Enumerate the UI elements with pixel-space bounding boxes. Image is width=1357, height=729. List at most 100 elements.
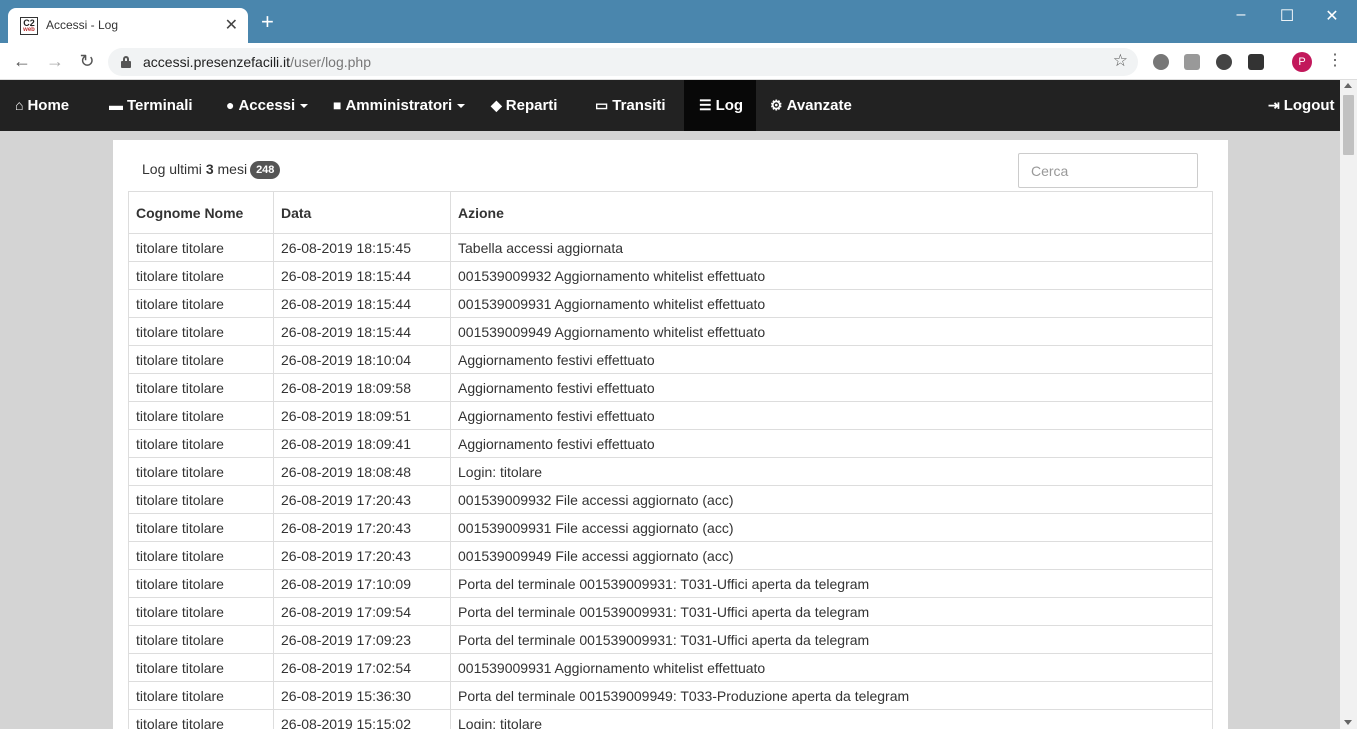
- cell-date: 26-08-2019 18:15:45: [273, 233, 451, 262]
- lock-icon: ■: [333, 97, 342, 113]
- cell-name: titolare titolare: [128, 569, 274, 598]
- nav-amministratori[interactable]: ■ Amministratori: [333, 80, 466, 131]
- nav-log[interactable]: ☰ Log: [684, 80, 756, 131]
- page-scrollbar[interactable]: [1340, 80, 1357, 729]
- cell-date: 26-08-2019 18:15:44: [273, 261, 451, 290]
- cell-action: Aggiornamento festivi effettuato: [450, 401, 1213, 430]
- cell-name: titolare titolare: [128, 345, 274, 374]
- table-row: titolare titolare 26-08-2019 18:15:45 Tabe…: [128, 233, 1213, 262]
- lock-icon: [121, 56, 131, 68]
- gear-icon: ⚙: [770, 97, 783, 113]
- minimize-icon[interactable]: –: [1226, 6, 1256, 24]
- nav-accessi-label: Accessi: [238, 97, 296, 114]
- cell-name: titolare titolare: [128, 513, 274, 542]
- cell-action: 001539009949 Aggiornamento whitelist eff…: [450, 317, 1213, 346]
- cell-date: 26-08-2019 17:02:54: [273, 653, 451, 682]
- window-close-icon[interactable]: ✕: [1317, 6, 1347, 26]
- main-navbar: ⌂ Home ▬ Terminali ● Accessi ■ Amministrator…: [0, 80, 1340, 131]
- scroll-down-icon[interactable]: [1344, 720, 1352, 725]
- cell-action: 001539009932 Aggiornamento whitelist eff…: [450, 261, 1213, 290]
- card-icon: ▭: [595, 97, 609, 113]
- nav-transiti[interactable]: ▭ Transiti: [595, 80, 666, 131]
- cell-name: titolare titolare: [128, 653, 274, 682]
- cell-name: titolare titolare: [128, 485, 274, 514]
- cell-action: Aggiornamento festivi effettuato: [450, 429, 1213, 458]
- nav-accessi[interactable]: ● Accessi: [226, 80, 309, 131]
- cell-date: 26-08-2019 17:20:43: [273, 541, 451, 570]
- url-host: accessi.presenzefacili.it: [143, 54, 291, 70]
- cell-date: 26-08-2019 18:08:48: [273, 457, 451, 486]
- cell-action: Porta del terminale 001539009949: T033-P…: [450, 681, 1213, 710]
- extension-icon[interactable]: [1153, 54, 1169, 70]
- nav-transiti-label: Transiti: [612, 97, 666, 114]
- cell-name: titolare titolare: [128, 233, 274, 262]
- cell-date: 26-08-2019 17:09:23: [273, 625, 451, 654]
- table-row: titolare titolare 26-08-2019 18:15:44 0015…: [128, 261, 1213, 290]
- log-heading: Log ultimi 3 mesi 248: [142, 161, 281, 179]
- cell-date: 26-08-2019 17:09:54: [273, 597, 451, 626]
- cell-action: Aggiornamento festivi effettuato: [450, 345, 1213, 374]
- table-row: titolare titolare 26-08-2019 17:02:54 0015…: [128, 653, 1213, 682]
- cell-name: titolare titolare: [128, 373, 274, 402]
- nav-terminali[interactable]: ▬ Terminali: [109, 80, 193, 131]
- cell-date: 26-08-2019 18:09:41: [273, 429, 451, 458]
- cell-name: titolare titolare: [128, 429, 274, 458]
- table-row: titolare titolare 26-08-2019 18:08:48 Logi…: [128, 457, 1213, 486]
- scroll-thumb[interactable]: [1343, 95, 1354, 155]
- table-row: titolare titolare 26-08-2019 18:09:58 Aggi…: [128, 373, 1213, 402]
- bookmark-star-icon[interactable]: ☆: [1113, 51, 1128, 71]
- search-input[interactable]: [1018, 153, 1198, 188]
- address-bar[interactable]: accessi.presenzefacili.it/user/log.php ☆: [108, 48, 1138, 76]
- cell-name: titolare titolare: [128, 681, 274, 710]
- browser-menu-icon[interactable]: ⋮: [1327, 51, 1343, 71]
- table-row: titolare titolare 26-08-2019 17:09:23 Port…: [128, 625, 1213, 654]
- extension-icon[interactable]: [1184, 54, 1200, 70]
- chevron-down-icon: [300, 104, 309, 109]
- nav-avanzate-label: Avanzate: [786, 97, 852, 114]
- log-count-badge: 248: [250, 161, 281, 179]
- extension-icon[interactable]: [1248, 54, 1264, 70]
- cell-name: titolare titolare: [128, 289, 274, 318]
- column-header-date[interactable]: Data: [273, 191, 451, 234]
- nav-home[interactable]: ⌂ Home: [15, 80, 69, 131]
- table-row: titolare titolare 26-08-2019 18:15:44 0015…: [128, 317, 1213, 346]
- profile-avatar[interactable]: P: [1292, 52, 1312, 72]
- nav-reparti[interactable]: ◆ Reparti: [491, 80, 557, 131]
- back-icon[interactable]: ←: [10, 51, 34, 71]
- table-row: titolare titolare 26-08-2019 17:09:54 Port…: [128, 597, 1213, 626]
- cell-name: titolare titolare: [128, 317, 274, 346]
- tab-close-icon[interactable]: ✕: [225, 15, 238, 35]
- reload-icon[interactable]: ↻: [75, 51, 99, 71]
- browser-tab[interactable]: C2 web Accessi - Log ✕: [8, 8, 248, 43]
- extension-icon[interactable]: [1216, 54, 1232, 70]
- log-table-body: titolare titolare 26-08-2019 18:15:45 Tabe…: [128, 233, 1213, 729]
- log-months: 3: [205, 161, 214, 177]
- maximize-icon[interactable]: ☐: [1272, 6, 1302, 26]
- table-row: titolare titolare 26-08-2019 18:09:41 Aggi…: [128, 429, 1213, 458]
- cell-date: 26-08-2019 18:09:51: [273, 401, 451, 430]
- url-text[interactable]: accessi.presenzefacili.it/user/log.php: [143, 54, 371, 70]
- logout-label: Logout: [1283, 97, 1335, 114]
- cell-name: titolare titolare: [128, 597, 274, 626]
- user-icon: ●: [226, 97, 235, 113]
- server-icon: ☰: [699, 97, 712, 113]
- nav-terminali-label: Terminali: [127, 97, 193, 114]
- cell-date: 26-08-2019 17:10:09: [273, 569, 451, 598]
- cell-date: 26-08-2019 18:09:58: [273, 373, 451, 402]
- logout-button[interactable]: ⇥ Logout: [1268, 80, 1335, 131]
- nav-reparti-label: Reparti: [505, 97, 558, 114]
- tab-title: Accessi - Log: [46, 18, 119, 32]
- nav-avanzate[interactable]: ⚙ Avanzate: [770, 80, 852, 131]
- forward-icon[interactable]: →: [43, 51, 67, 71]
- column-header-name[interactable]: Cognome Nome: [128, 191, 274, 234]
- chevron-down-icon: [457, 104, 466, 109]
- cell-action: 001539009949 File accessi aggiornato (ac…: [450, 541, 1213, 570]
- log-heading-prefix: Log ultimi: [142, 161, 202, 177]
- cell-name: titolare titolare: [128, 401, 274, 430]
- new-tab-icon[interactable]: +: [261, 11, 274, 33]
- browser-toolbar: ← → ↻ accessi.presenzefacili.it/user/log…: [0, 43, 1357, 80]
- column-header-action[interactable]: Azione: [450, 191, 1213, 234]
- scroll-up-icon[interactable]: [1344, 83, 1352, 88]
- browser-titlebar: C2 web Accessi - Log ✕ + – ☐ ✕: [0, 0, 1357, 43]
- table-header-row: Cognome Nome Data Azione: [128, 191, 1213, 234]
